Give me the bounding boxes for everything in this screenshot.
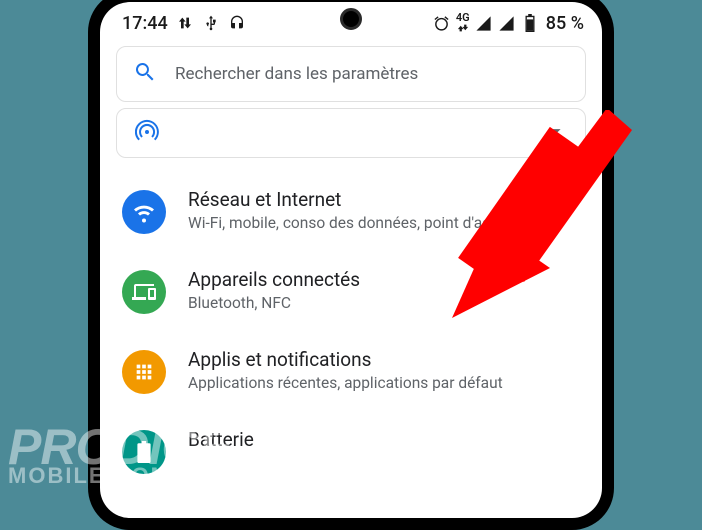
network-type: 4G: [456, 12, 470, 34]
front-camera: [340, 8, 362, 30]
devices-icon: [122, 270, 166, 314]
battery-percent: 85 %: [546, 13, 584, 34]
chevron-down-icon: [545, 120, 567, 146]
item-subtitle: Applications récentes, applications par …: [188, 373, 582, 394]
settings-search[interactable]: Rechercher dans les paramètres: [116, 46, 586, 102]
settings-item-network[interactable]: Réseau et Internet Wi-Fi, mobile, conso …: [100, 172, 602, 252]
apps-icon: [122, 350, 166, 394]
item-subtitle: Bluetooth, NFC: [188, 293, 582, 314]
battery-item-icon: [122, 430, 166, 474]
alarm-icon: [433, 14, 451, 32]
item-subtitle: Wi-Fi, mobile, conso des données, point …: [188, 213, 582, 234]
phone-frame: 17:44 4G: [88, 0, 614, 530]
signal-2-icon: [498, 14, 516, 32]
item-title: Applis et notifications: [188, 348, 582, 371]
headset-icon: [228, 14, 246, 32]
item-title: Réseau et Internet: [188, 188, 582, 211]
usb-icon: [202, 14, 220, 32]
data-transfer-icon: [176, 14, 194, 32]
settings-item-apps[interactable]: Applis et notifications Applications réc…: [100, 332, 602, 412]
screen: 17:44 4G: [100, 2, 602, 518]
settings-item-connected-devices[interactable]: Appareils connectés Bluetooth, NFC: [100, 252, 602, 332]
battery-icon: [521, 14, 539, 32]
search-placeholder: Rechercher dans les paramètres: [175, 64, 418, 84]
quick-suggestion-row[interactable]: [116, 108, 586, 158]
wifi-icon: [122, 190, 166, 234]
search-icon: [133, 60, 157, 88]
settings-item-battery[interactable]: Batterie: [100, 412, 602, 492]
hotspot-icon: [135, 119, 159, 147]
clock: 17:44: [122, 13, 168, 34]
signal-1-icon: [475, 14, 493, 32]
item-title: Appareils connectés: [188, 268, 582, 291]
item-title: Batterie: [188, 428, 582, 451]
